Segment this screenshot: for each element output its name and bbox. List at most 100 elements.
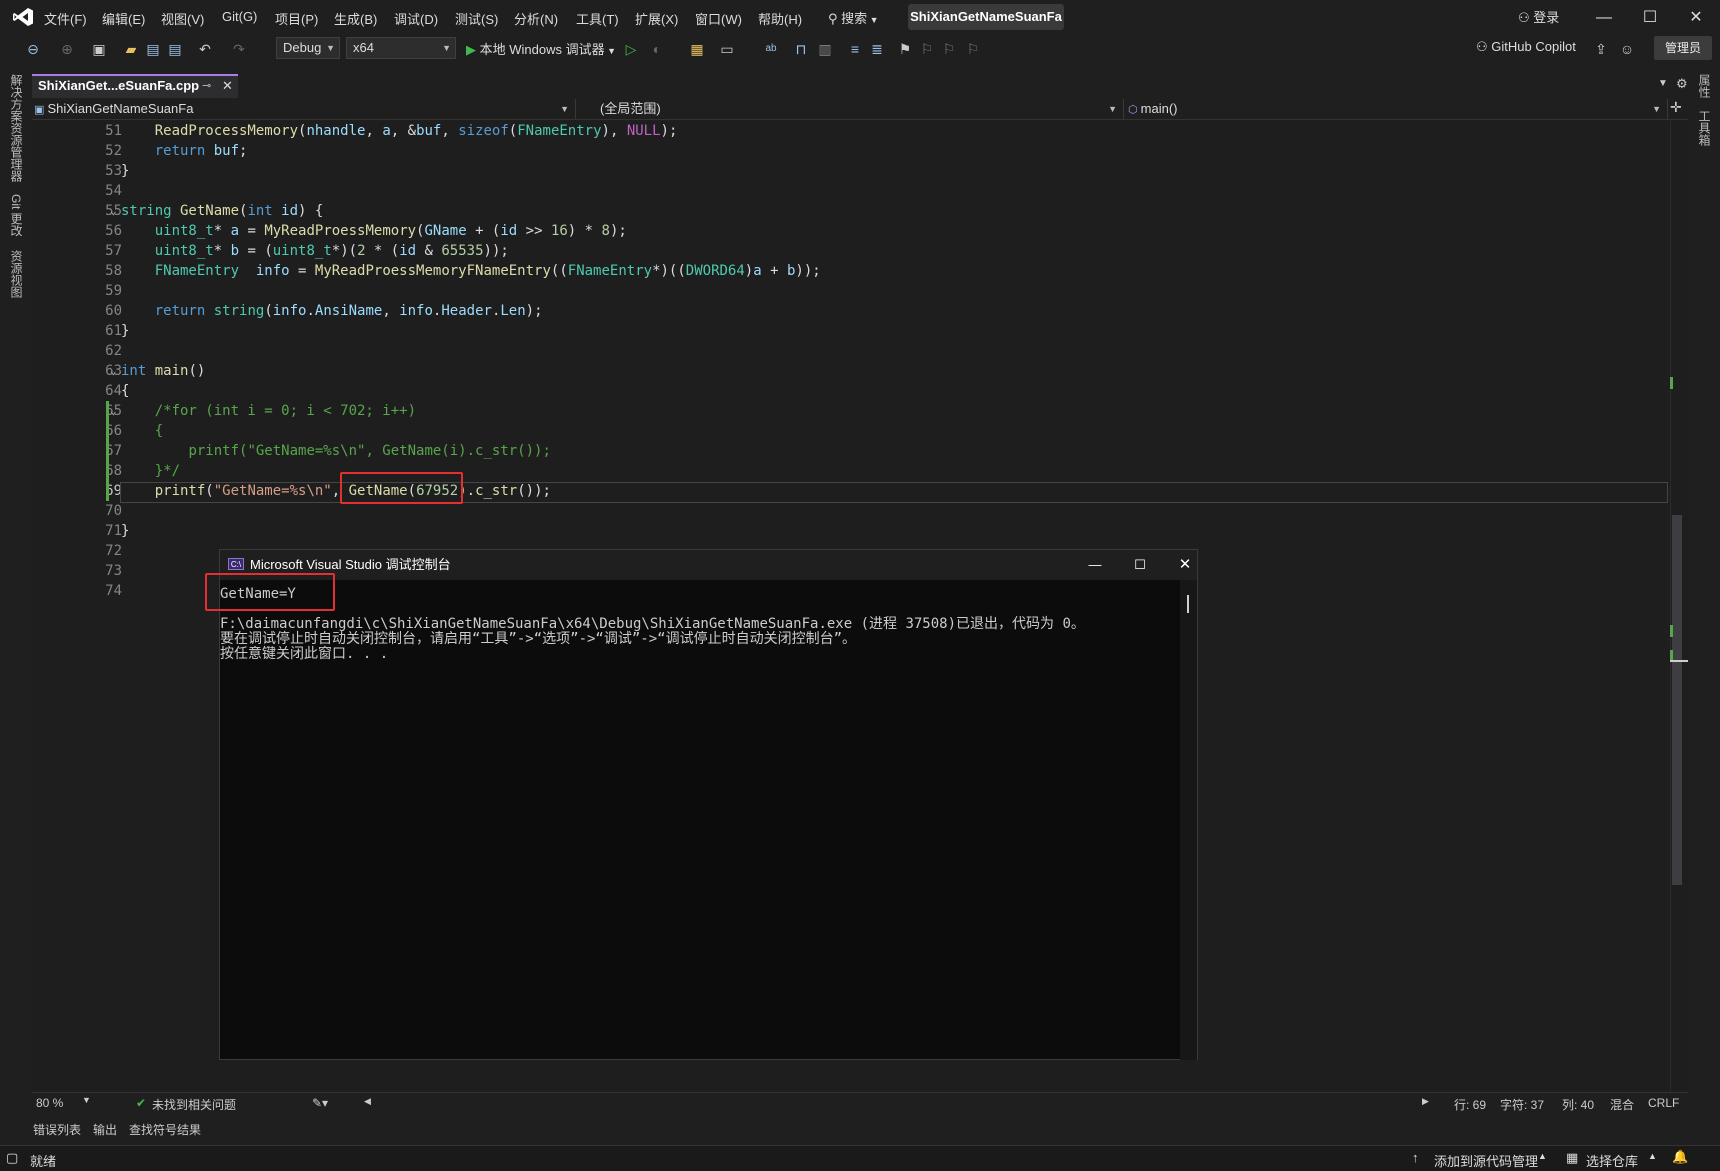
start-debugging-button[interactable]: ▶ 本地 Windows 调试器 ▼ [466, 39, 616, 58]
menu-test[interactable]: 测试(S) [455, 9, 498, 28]
save-icon[interactable]: ▤ [144, 40, 162, 58]
code-line[interactable]: 64{ [32, 381, 1670, 401]
project-dropdown[interactable]: ▣ ShiXianGetNameSuanFa ▼ [34, 99, 576, 119]
code-line[interactable]: 53} [32, 161, 1670, 181]
menu-edit[interactable]: 编辑(E) [102, 9, 145, 28]
tab-source-file[interactable]: ShiXianGet...eSuanFa.cpp ⊸ ✕ [32, 74, 238, 98]
code-line[interactable]: 66 { [32, 421, 1670, 441]
fold-toggle-icon[interactable]: ⌄ [110, 201, 117, 221]
hot-reload-icon[interactable]: ◐ [648, 40, 666, 58]
debug-console-window[interactable]: C:\ Microsoft Visual Studio 调试控制台 — ☐ ✕ … [219, 549, 1198, 1060]
console-maximize-button[interactable]: ☐ [1125, 550, 1155, 580]
whitespace-mode[interactable]: 混合 [1610, 1096, 1634, 1113]
clear-bookmarks-icon[interactable]: ⚐ [964, 40, 982, 58]
tab-find-symbol-results[interactable]: 查找符号结果 [129, 1121, 201, 1138]
zoom-level[interactable]: 80 % [36, 1096, 63, 1110]
bell-icon[interactable]: 🔔 [1672, 1149, 1688, 1165]
solution-explorer-icon[interactable]: ▦ [688, 40, 706, 58]
new-project-icon[interactable]: ▣ [90, 40, 108, 58]
code-line[interactable]: 57 uint8_t* b = (uint8_t*)(2 * (id & 655… [32, 241, 1670, 261]
console-scrollbar[interactable] [1180, 580, 1197, 1060]
tab-list-icon[interactable]: ▼ [1658, 78, 1668, 89]
console-close-button[interactable]: ✕ [1170, 550, 1200, 580]
scrollbar-thumb[interactable] [1672, 515, 1682, 885]
code-line[interactable]: 60 return string(info.AnsiName, info.Hea… [32, 301, 1670, 321]
code-line[interactable]: 68 }*/ [32, 461, 1670, 481]
menu-file[interactable]: 文件(F) [44, 9, 87, 28]
toolbox-tab[interactable]: 工具箱 [1696, 110, 1713, 146]
issues-status[interactable]: 未找到相关问题 [152, 1096, 236, 1113]
split-icon[interactable]: ✛ [1670, 99, 1682, 116]
member-dropdown[interactable]: ⬡ main() ▼ [1128, 99, 1668, 119]
bookmark-icon[interactable]: ⚑ [896, 40, 914, 58]
next-bookmark-icon[interactable]: ⚐ [940, 40, 958, 58]
code-line[interactable]: 59 [32, 281, 1670, 301]
platform-select[interactable]: x64 ▼ [346, 37, 456, 59]
close-tab-icon[interactable]: ✕ [222, 76, 233, 96]
code-line[interactable]: 67 printf("GetName=%s\n", GetName(i).c_s… [32, 441, 1670, 461]
menu-help[interactable]: 帮助(H) [758, 9, 802, 28]
redo-icon[interactable]: ↷ [230, 40, 248, 58]
pin-icon[interactable]: ⊸ [202, 76, 211, 96]
uncomment-icon[interactable]: ≣ [868, 40, 886, 58]
console-minimize-button[interactable]: — [1080, 550, 1110, 580]
step-icon[interactable]: ⊓ [792, 40, 810, 58]
solution-explorer-tab[interactable]: 解决方案资源管理器 [8, 74, 25, 182]
menu-build[interactable]: 生成(B) [334, 9, 377, 28]
code-line[interactable]: 71} [32, 521, 1670, 541]
code-line[interactable]: 58 FNameEntry info = MyReadProessMemoryF… [32, 261, 1670, 281]
menu-view[interactable]: 视图(V) [161, 9, 204, 28]
tab-error-list[interactable]: 错误列表 [33, 1121, 81, 1138]
console-title-bar[interactable]: C:\ Microsoft Visual Studio 调试控制台 — ☐ ✕ [220, 550, 1197, 580]
maximize-button[interactable]: ☐ [1630, 6, 1670, 30]
code-line[interactable]: 62 [32, 341, 1670, 361]
scope-dropdown[interactable]: (全局范围) ▼ [580, 99, 1124, 119]
resource-view-tab[interactable]: 资源视图 [8, 250, 25, 298]
notification-icon[interactable]: ▢ [6, 1150, 18, 1166]
gear-icon[interactable]: ⚙ [1676, 76, 1688, 92]
code-line[interactable]: 54 [32, 181, 1670, 201]
brush-icon[interactable]: ✎▾ [312, 1096, 328, 1110]
scroll-right-icon[interactable]: ▶ [1422, 1096, 1429, 1107]
code-line[interactable]: 56 uint8_t* a = MyReadProessMemory(GName… [32, 221, 1670, 241]
copilot-button[interactable]: ⚇ GitHub Copilot [1476, 39, 1576, 55]
code-line[interactable]: 51 ReadProcessMemory(nhandle, a, &buf, s… [32, 121, 1670, 141]
console-scroll-thumb[interactable] [1187, 595, 1189, 613]
menu-project[interactable]: 项目(P) [275, 9, 318, 28]
back-icon[interactable]: ⊖ [24, 40, 42, 58]
start-without-debugging-icon[interactable]: ▷ [622, 40, 640, 58]
minimize-button[interactable]: — [1584, 6, 1624, 30]
comment-icon[interactable]: ≡ [846, 40, 864, 58]
code-line[interactable]: 70 [32, 501, 1670, 521]
properties-tab[interactable]: 属性 [1696, 74, 1713, 98]
feedback-icon[interactable]: ☺ [1618, 40, 1636, 58]
forward-icon[interactable]: ⊕ [58, 40, 76, 58]
menu-window[interactable]: 窗口(W) [695, 9, 742, 28]
save-all-icon[interactable]: ▤ [166, 40, 184, 58]
open-folder-icon[interactable]: ▰ [122, 40, 140, 58]
fold-toggle-icon[interactable]: ⌄ [110, 401, 117, 421]
spell-check-icon[interactable]: ab [762, 40, 780, 58]
search-button[interactable]: ⚲ 搜索 ▼ [828, 8, 879, 27]
login-button[interactable]: ⚇ 登录 [1518, 7, 1559, 26]
close-button[interactable]: ✕ [1676, 6, 1716, 30]
menu-tools[interactable]: 工具(T) [576, 9, 619, 28]
menu-analyze[interactable]: 分析(N) [514, 9, 558, 28]
tab-output[interactable]: 输出 [93, 1121, 117, 1138]
menu-debug[interactable]: 调试(D) [394, 9, 438, 28]
undo-icon[interactable]: ↶ [196, 40, 214, 58]
code-line[interactable]: 52 return buf; [32, 141, 1670, 161]
share-icon[interactable]: ⇪ [1592, 40, 1610, 58]
add-to-source-control[interactable]: 添加到源代码管理 [1434, 1151, 1538, 1170]
breakpoint-window-icon[interactable]: ▥ [816, 40, 834, 58]
code-line[interactable]: 61} [32, 321, 1670, 341]
configuration-select[interactable]: Debug ▼ [276, 37, 340, 59]
chevron-down-icon[interactable]: ▼ [82, 1095, 91, 1105]
code-line[interactable]: 63 ⌄ int main() [32, 361, 1670, 381]
layout-icon[interactable]: ▭ [718, 40, 736, 58]
code-line[interactable]: 65 ⌄ /*for (int i = 0; i < 702; i++) [32, 401, 1670, 421]
menu-git[interactable]: Git(G) [222, 9, 257, 24]
select-repository[interactable]: 选择仓库 [1586, 1151, 1638, 1170]
menu-extensions[interactable]: 扩展(X) [635, 9, 678, 28]
code-line[interactable]: 55 ⌄ string GetName(int id) { [32, 201, 1670, 221]
